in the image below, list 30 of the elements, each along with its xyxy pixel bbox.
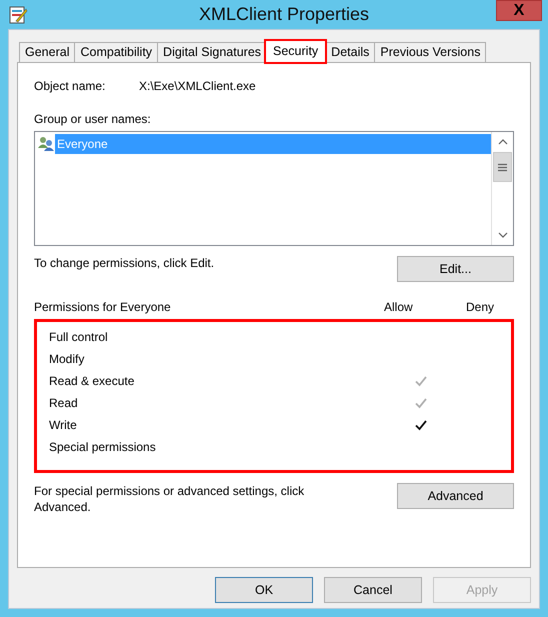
tab[interactable]: Security [265, 40, 326, 63]
window-title: XMLClient Properties [198, 4, 370, 25]
group-list-label: Group or user names: [34, 112, 152, 126]
check-icon [415, 419, 427, 431]
app-icon [8, 4, 28, 24]
tab[interactable]: General [19, 42, 76, 62]
permission-name: Special permissions [49, 440, 157, 454]
edit-button[interactable]: Edit... [397, 256, 514, 282]
advanced-button[interactable]: Advanced [397, 483, 514, 509]
permission-name: Full control [49, 330, 109, 344]
tab[interactable]: Previous Versions [374, 42, 486, 62]
hint-text: To change permissions, click Edit. [34, 256, 214, 270]
users-icon [37, 136, 55, 152]
tab[interactable]: Compatibility [74, 42, 158, 62]
column-header: Allow [384, 300, 414, 314]
check-icon [415, 397, 427, 409]
close-button[interactable]: X [496, 0, 542, 21]
check-icon [415, 375, 427, 387]
field-label: Object name: [34, 79, 106, 93]
permissions-label: Permissions for Everyone [34, 300, 172, 314]
permission-name: Read [49, 396, 79, 410]
dialog-button[interactable]: OK [215, 577, 313, 603]
dialog-button[interactable]: Cancel [324, 577, 422, 603]
column-header: Deny [466, 300, 496, 314]
permission-name: Modify [49, 352, 86, 366]
scroll-thumb[interactable] [493, 152, 512, 182]
hint-text: For special permissions or advanced settings, click Advanced. [34, 483, 306, 515]
permission-name: Read & execute [49, 374, 136, 388]
permission-name: Write [49, 418, 78, 432]
object-name-value: X:\Exe\XMLClient.exe [139, 79, 256, 93]
